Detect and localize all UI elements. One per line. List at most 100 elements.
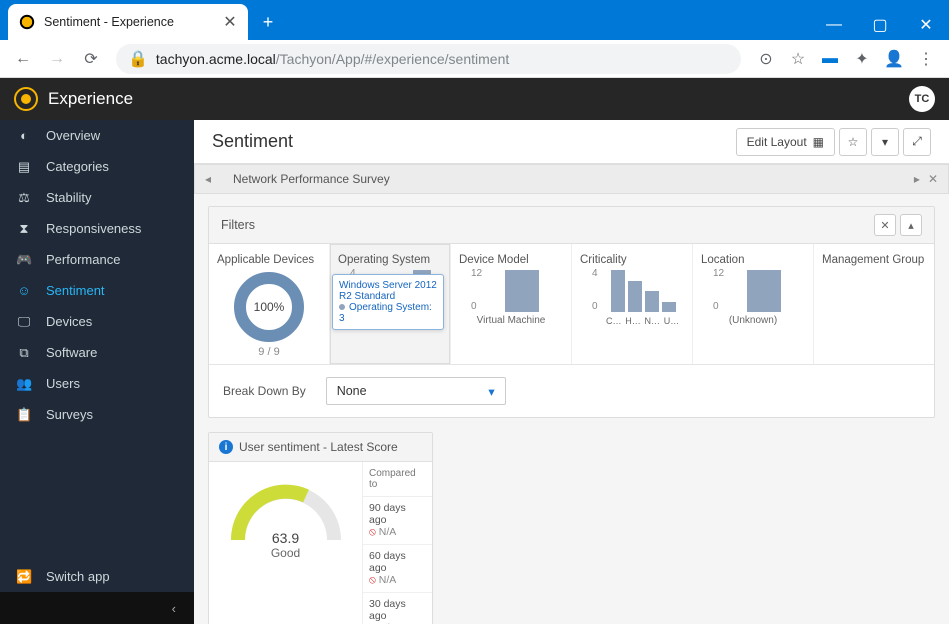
chart-tooltip: Windows Server 2012 R2 Standard Operatin… [332, 274, 444, 330]
survey-name: Network Performance Survey [233, 172, 390, 186]
search-in-page-icon[interactable]: ⊙ [751, 44, 781, 74]
sidebar-item-performance[interactable]: 🎮Performance [0, 244, 194, 275]
survey-close-icon[interactable]: ✕ [928, 172, 938, 186]
pie-icon: ◐ [16, 128, 32, 143]
survey-selector-bar: ◂ Network Performance Survey ▸ ✕ [194, 164, 949, 194]
nav-reload-icon[interactable]: ⟳ [76, 44, 106, 74]
comparison-column: Compared to 90 days agoN/A 60 days agoN/… [362, 462, 432, 624]
location-bar-chart: 120 (Unknown) [701, 268, 805, 326]
filter-card-management-group[interactable]: Management Group [814, 244, 934, 364]
url-text: tachyon.acme.local/Tachyon/App/#/experie… [156, 51, 509, 67]
switch-app-label: Switch app [46, 569, 110, 584]
sidebar-item-label: Overview [46, 128, 100, 143]
nav-back-icon[interactable]: ← [8, 44, 38, 74]
sidebar-item-label: Performance [46, 252, 120, 267]
criticality-bar-chart: 40 CriticalHighNon-...Und... [580, 268, 684, 326]
app-title: Experience [48, 89, 133, 109]
bookmark-star-icon[interactable]: ☆ [783, 44, 813, 74]
sidebar-item-label: Users [46, 376, 80, 391]
edit-layout-button[interactable]: Edit Layout ▦ [736, 128, 835, 156]
model-bar-chart: 120 Virtual Machine [459, 268, 563, 326]
browser-menu-icon[interactable]: ⋮ [911, 44, 941, 74]
hourglass-icon: ⧗ [16, 221, 32, 237]
monitor-icon: 🖵 [16, 314, 32, 330]
chevron-down-icon: ▾ [488, 384, 494, 399]
favicon [18, 13, 36, 31]
info-icon[interactable]: i [219, 440, 233, 454]
window-minimize-icon[interactable]: ― [811, 10, 857, 40]
clear-filters-button[interactable]: ✕ [874, 214, 896, 236]
tab-close-icon[interactable]: ✕ [222, 14, 238, 30]
bar-label: (Unknown) [701, 315, 805, 326]
list-icon: ▤ [16, 159, 32, 175]
breakdown-select[interactable]: None ▾ [326, 377, 506, 405]
sidebar-item-stability[interactable]: ⚖Stability [0, 182, 194, 213]
filter-card-operating-system[interactable]: Operating System 40 Win...Win... Windows… [330, 244, 451, 364]
new-tab-button[interactable]: + [254, 8, 282, 36]
filter-card-location[interactable]: Location 120 (Unknown) [693, 244, 814, 364]
donut-subcount: 9 / 9 [217, 346, 321, 358]
filters-title: Filters [221, 218, 255, 232]
gauge-title: User sentiment - Latest Score [239, 440, 398, 454]
sidebar-item-label: Surveys [46, 407, 93, 422]
lock-icon: 🔒 [128, 49, 148, 69]
chat-icon[interactable]: ▬ [815, 44, 845, 74]
sidebar-item-sentiment[interactable]: ☺ Sentiment [0, 275, 194, 306]
window-maximize-icon[interactable]: ▢ [857, 10, 903, 40]
sidebar-item-label: Responsiveness [46, 221, 141, 236]
sidebar-item-label: Stability [46, 190, 92, 205]
fullscreen-button[interactable]: ⤢ [903, 128, 931, 156]
survey-prev-icon[interactable]: ◂ [205, 172, 219, 186]
user-avatar[interactable]: TC [909, 86, 935, 112]
sidebar-item-devices[interactable]: 🖵Devices [0, 306, 194, 337]
filter-title: Operating System [338, 254, 442, 266]
sidebar: ◐ Overview ▤ Categories ⚖Stability ⧗ Respon… [0, 120, 194, 624]
extensions-icon[interactable]: ✦ [847, 44, 877, 74]
sentiment-gauge-panel: i User sentiment - Latest Score 63.9 [208, 432, 433, 624]
sidebar-item-label: Sentiment [46, 283, 105, 298]
main-content: Sentiment Edit Layout ▦ ☆ ▾ ⤢ ◂ Network P… [194, 120, 949, 624]
edit-layout-label: Edit Layout [747, 135, 807, 149]
filter-title: Criticality [580, 254, 684, 266]
tooltip-line2: Operating System: 3 [339, 302, 432, 324]
gauge-chart [226, 480, 346, 550]
smiley-icon: ☺ [16, 283, 32, 298]
favorite-button[interactable]: ☆ [839, 128, 867, 156]
sidebar-item-users[interactable]: 👥 Users [0, 368, 194, 399]
sidebar-item-label: Categories [46, 159, 109, 174]
filter-card-device-model[interactable]: Device Model 120 Virtual Machine [451, 244, 572, 364]
dropdown-button[interactable]: ▾ [871, 128, 899, 156]
collapse-panel-button[interactable]: ▴ [900, 214, 922, 236]
sidebar-collapse-button[interactable]: ‹ [0, 592, 194, 624]
browser-tab[interactable]: Sentiment - Experience ✕ [8, 4, 248, 40]
sidebar-item-responsiveness[interactable]: ⧗ Responsiveness [0, 213, 194, 244]
switch-app-button[interactable]: 🔁 Switch app [0, 561, 194, 592]
sidebar-item-categories[interactable]: ▤ Categories [0, 151, 194, 182]
survey-next-icon[interactable]: ▸ [914, 172, 920, 186]
profile-icon[interactable]: 👤 [879, 44, 909, 74]
comparison-row: 90 days agoN/A [363, 497, 432, 545]
comparison-header: Compared to [363, 462, 432, 497]
filter-card-criticality[interactable]: Criticality 40 CriticalHighNon-...Und... [572, 244, 693, 364]
page-title: Sentiment [212, 131, 293, 152]
bar-label: Virtual Machine [459, 315, 563, 326]
switch-icon: 🔁 [16, 569, 32, 585]
address-bar[interactable]: 🔒 tachyon.acme.local/Tachyon/App/#/exper… [116, 44, 741, 74]
filters-panel-header: Filters ✕ ▴ [209, 207, 934, 244]
comparison-row: 60 days agoN/A [363, 545, 432, 593]
filter-title: Location [701, 254, 805, 266]
breakdown-row: Break Down By None ▾ [209, 364, 934, 417]
tooltip-line1: Windows Server 2012 R2 Standard [339, 280, 437, 302]
browser-toolbar: ← → ⟳ 🔒 tachyon.acme.local/Tachyon/App/#… [0, 40, 949, 78]
filter-card-applicable-devices[interactable]: Applicable Devices 100% 9 / 9 [209, 244, 330, 364]
app-logo-icon [14, 87, 38, 111]
users-icon: 👥 [16, 376, 32, 392]
breakdown-value: None [337, 384, 367, 398]
sidebar-item-overview[interactable]: ◐ Overview [0, 120, 194, 151]
nav-forward-icon[interactable]: → [42, 44, 72, 74]
window-close-icon[interactable]: ✕ [903, 10, 949, 40]
sidebar-item-surveys[interactable]: 📋Surveys [0, 399, 194, 430]
page-header: Sentiment Edit Layout ▦ ☆ ▾ ⤢ [194, 120, 949, 164]
sidebar-item-software[interactable]: ⧉Software [0, 337, 194, 368]
grid-icon: ▦ [813, 135, 824, 149]
